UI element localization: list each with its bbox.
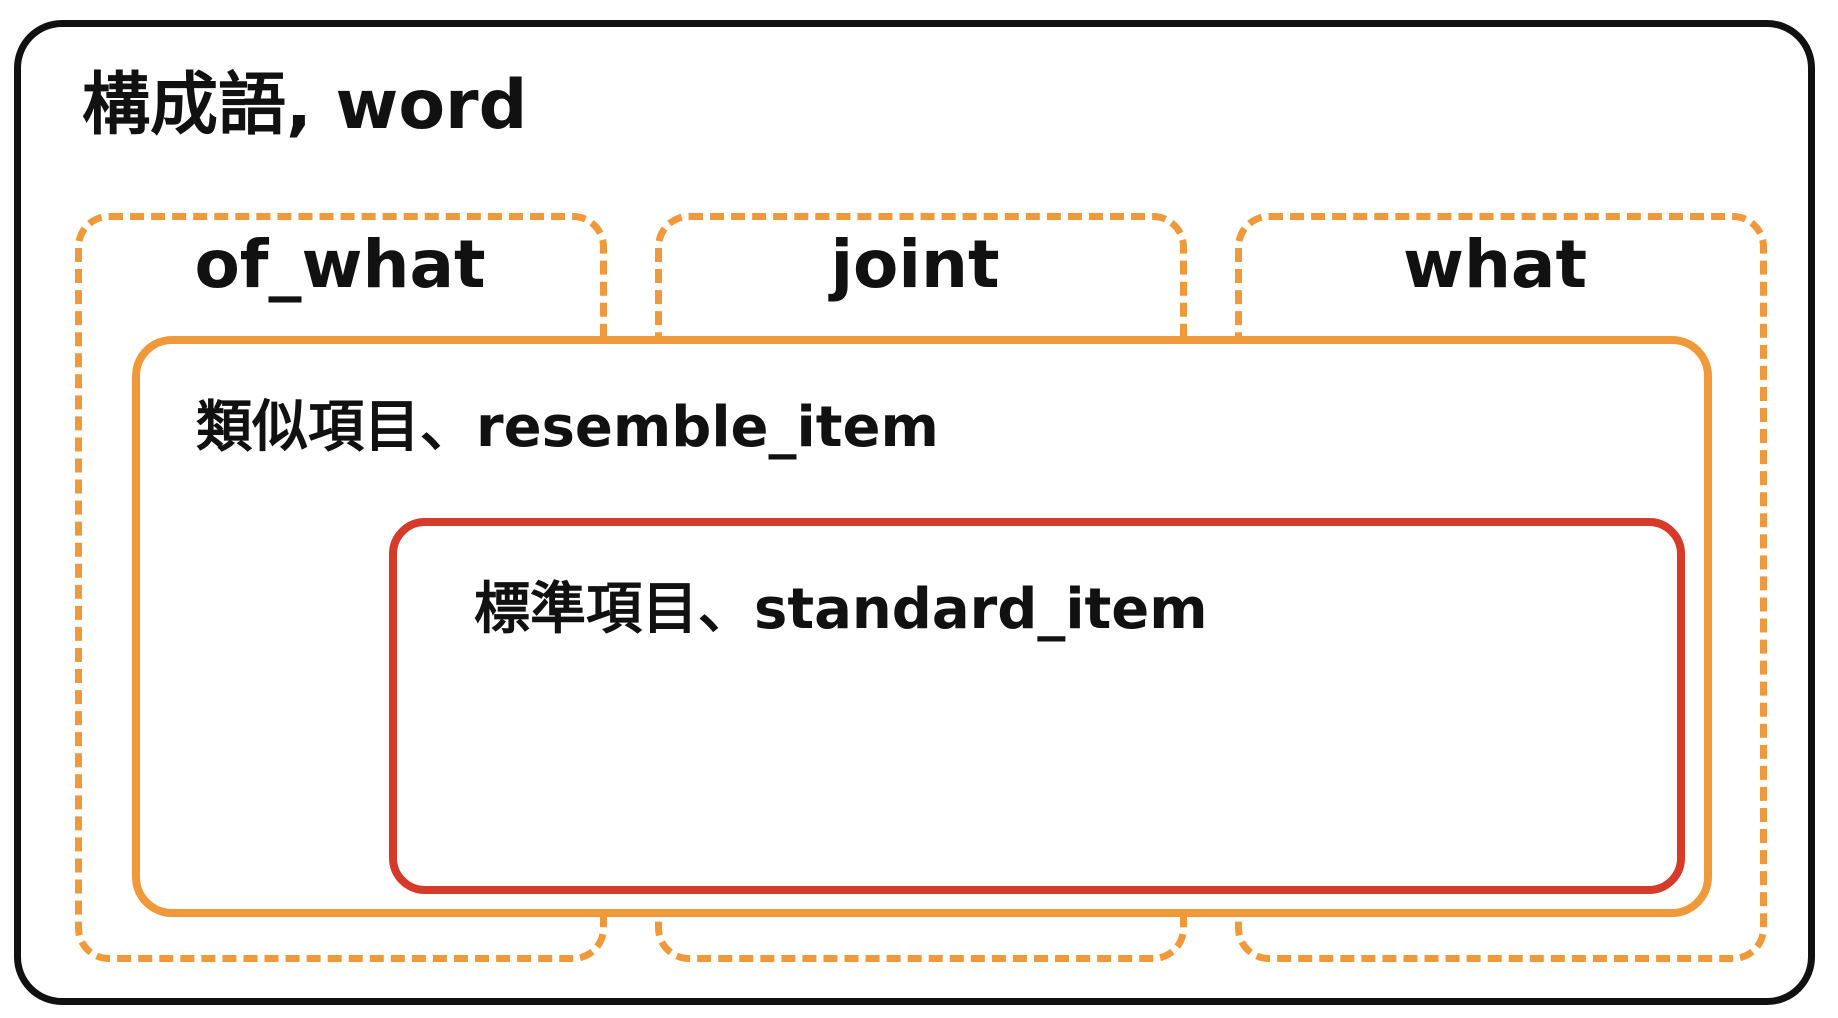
standard-item-label: 標準項目、standard_item [474, 577, 1208, 642]
resemble-item-label: 類似項目、resemble_item [196, 395, 939, 460]
joint-label: joint [745, 232, 1085, 298]
standard-item-box [389, 518, 1685, 894]
of-what-label: of_what [165, 232, 515, 298]
diagram-title: 構成語, word [82, 66, 528, 145]
what-label: what [1325, 232, 1665, 298]
